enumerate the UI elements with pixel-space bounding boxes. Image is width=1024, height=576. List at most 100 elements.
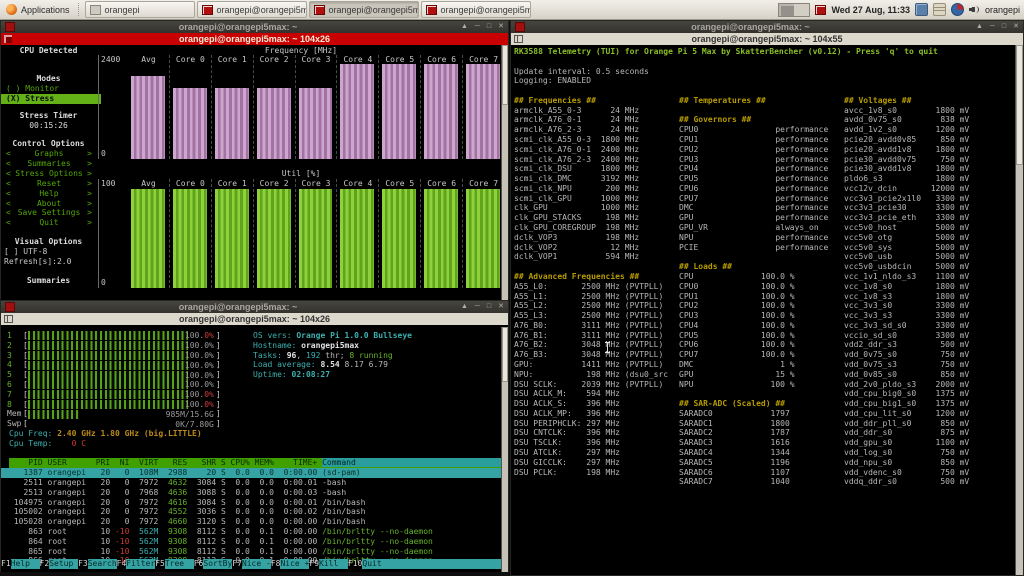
terminal-tray-icon[interactable] xyxy=(815,5,826,15)
fkey-F4[interactable]: F4 xyxy=(117,559,127,569)
clock[interactable]: Wed 27 Aug, 11:33 xyxy=(831,5,910,15)
shade-button[interactable]: ▲ xyxy=(461,23,468,31)
telemetry-line: CPU4 performance xyxy=(679,164,828,174)
telemetry-line: vcc5v0_usb 5000 mV xyxy=(844,252,969,262)
maximize-button[interactable]: □ xyxy=(1002,23,1006,31)
fkey-label-sortby[interactable]: SortBy xyxy=(203,559,232,569)
fkey-F2[interactable]: F2 xyxy=(40,559,50,569)
process-row[interactable]: 1387 orangepi 20 0 108M 2988 20 S 0.0 0.… xyxy=(1,468,504,478)
graph-column: Core 0 xyxy=(170,55,212,159)
terminal-app-icon xyxy=(5,302,15,312)
taskbar: orangepiorangepi@orangepi5ma...orangepi@… xyxy=(85,0,531,19)
stui-mode-stress[interactable]: (X) Stress xyxy=(1,94,101,104)
process-row[interactable]: 105028 orangepi 20 0 7972 4660 3120 S 0.… xyxy=(1,517,504,527)
telemetry-line: pldo6_s3 1800 mV xyxy=(844,174,969,184)
fkey-label-nice[interactable]: Nice - xyxy=(242,559,271,569)
graph-bar xyxy=(131,189,165,288)
telemetry-line: CPU1 performance xyxy=(679,135,828,145)
fkey-label-search[interactable]: Search xyxy=(88,559,117,569)
stui-control-summaries[interactable]: <Summaries> xyxy=(6,159,92,169)
telemetry-line: vdd_gpu_s0 1100 mV xyxy=(844,438,969,448)
stui-control-stress-options[interactable]: <Stress Options> xyxy=(6,169,92,179)
htop-tabbar: orangepi@orangepi5max: ~ 104x26 xyxy=(1,313,508,325)
telemetry-line: dclk_VOP1 594 MHz xyxy=(514,252,639,262)
stui-mode-monitor[interactable]: ( ) Monitor xyxy=(6,84,94,94)
minimize-button[interactable]: ─ xyxy=(990,23,995,31)
swap-meter: Swp[0K/7.80G] xyxy=(1,419,221,429)
cpu-meter-pct: 100.0% xyxy=(185,351,214,361)
graph-column: Core 5 xyxy=(379,55,421,159)
close-button[interactable]: ✕ xyxy=(498,303,504,311)
process-row[interactable]: 863 root 10 -10 562M 9308 8112 S 0.0 0.1… xyxy=(1,527,504,537)
taskbar-button[interactable]: orangepi@orangepi5ma... xyxy=(197,1,307,18)
telemetry-line: Update interval: 0.5 seconds xyxy=(514,67,649,77)
process-row[interactable]: 105002 orangepi 20 0 7972 4552 3036 S 0.… xyxy=(1,507,504,517)
taskbar-button[interactable]: orangepi@orangepi5ma... xyxy=(421,1,531,18)
fkey-label-tree[interactable]: Tree xyxy=(165,559,194,569)
minimize-button[interactable]: ─ xyxy=(475,303,480,311)
process-row[interactable]: 2513 orangepi 20 0 7968 4636 3088 S 0.0 … xyxy=(1,488,504,498)
telemetry-line: DSU SCLK: 2039 MHz (PVTPLL) xyxy=(514,380,663,390)
fkey-label-quit[interactable]: Quit xyxy=(362,559,504,569)
terminal-app-icon xyxy=(515,22,525,32)
telemetry-scrollbar[interactable] xyxy=(1015,45,1023,575)
volume-icon[interactable] xyxy=(969,4,980,15)
notes-icon[interactable] xyxy=(933,3,946,16)
shade-button[interactable]: ▲ xyxy=(976,23,983,31)
telemetry-line: vdd_0v75_s0 750 mV xyxy=(844,350,969,360)
process-row[interactable]: 2511 orangepi 20 0 7972 4632 3084 S 0.0 … xyxy=(1,478,504,488)
htop-scrollbar[interactable] xyxy=(501,327,508,572)
graph-bar xyxy=(257,88,291,159)
stui-control-save-settings[interactable]: <Save Settings> xyxy=(6,208,92,218)
stui-titlebar[interactable]: orangepi@orangepi5max: ~ ▲─□✕ xyxy=(1,21,508,33)
htop-titlebar[interactable]: orangepi@orangepi5max: ~ ▲─□✕ xyxy=(1,301,508,313)
fkey-label-nice[interactable]: Nice + xyxy=(280,559,309,569)
taskbar-button[interactable]: orangepi@orangepi5ma... xyxy=(309,1,419,18)
fkey-label-filter[interactable]: Filter xyxy=(126,559,155,569)
telemetry-line: A76_B3: 3048 MHz (PVTPLL) xyxy=(514,350,663,360)
fkey-label-help[interactable]: Help xyxy=(11,559,40,569)
process-row[interactable]: 864 root 10 -10 562M 9308 8112 S 0.0 0.1… xyxy=(1,537,504,547)
stui-control-graphs[interactable]: <Graphs> xyxy=(6,149,92,159)
fkey-F3[interactable]: F3 xyxy=(78,559,88,569)
process-row[interactable]: 865 root 10 -10 562M 9308 8112 S 0.0 0.1… xyxy=(1,547,504,557)
fkey-label-kill[interactable]: Kill xyxy=(319,559,348,569)
stui-control-help[interactable]: <Help> xyxy=(6,189,92,199)
workspace-1[interactable] xyxy=(779,4,794,16)
stui-control-reset[interactable]: <Reset> xyxy=(6,179,92,189)
status-icon[interactable] xyxy=(951,3,964,16)
fkey-F6[interactable]: F6 xyxy=(194,559,204,569)
minimize-button[interactable]: ─ xyxy=(475,23,480,31)
stui-scrollbar[interactable] xyxy=(501,45,508,300)
graph-column: Core 1 xyxy=(212,55,254,159)
shade-button[interactable]: ▲ xyxy=(461,303,468,311)
stui-control-about[interactable]: <About> xyxy=(6,199,92,209)
telemetry-line: A55_L0: 2500 MHz (PVTPLL) xyxy=(514,282,663,292)
fkey-F8[interactable]: F8 xyxy=(271,559,281,569)
taskbar-button[interactable]: orangepi xyxy=(85,1,195,18)
graph-column: Core 7 xyxy=(463,179,504,288)
fkey-F9[interactable]: F9 xyxy=(309,559,319,569)
maximize-button[interactable]: □ xyxy=(487,303,491,311)
fkey-F7[interactable]: F7 xyxy=(232,559,242,569)
telemetry-titlebar[interactable]: orangepi@orangepi5max: ~ ▲─□✕ xyxy=(511,21,1023,33)
telemetry-line: vcc_1v8_s0 1800 mV xyxy=(844,282,969,292)
folder-icon xyxy=(90,5,101,15)
stui-utf8-checkbox[interactable]: [ ] UTF-8 xyxy=(4,247,47,257)
close-button[interactable]: ✕ xyxy=(498,23,504,31)
fkey-F5[interactable]: F5 xyxy=(155,559,165,569)
graph-column: Avg xyxy=(128,55,170,159)
fkey-label-setup[interactable]: Setup xyxy=(49,559,78,569)
maximize-button[interactable]: □ xyxy=(487,23,491,31)
fkey-F10[interactable]: F10 xyxy=(348,559,362,569)
display-icon[interactable] xyxy=(915,3,928,16)
workspace-2[interactable] xyxy=(794,4,809,16)
system-info-line: OS vers: Orange Pi 1.0.0 Bullseye xyxy=(253,331,412,341)
stui-control-quit[interactable]: <Quit> xyxy=(6,218,92,228)
close-button[interactable]: ✕ xyxy=(1013,23,1019,31)
process-row[interactable]: 104975 orangepi 20 0 7972 4616 3084 S 0.… xyxy=(1,498,504,508)
fkey-F1[interactable]: F1 xyxy=(1,559,11,569)
workspace-switcher[interactable] xyxy=(778,3,810,17)
process-table-header[interactable]: PID USER PRI NI VIRT RES SHR S CPU% MEM%… xyxy=(9,458,504,468)
applications-menu[interactable]: Applications xyxy=(0,1,76,18)
